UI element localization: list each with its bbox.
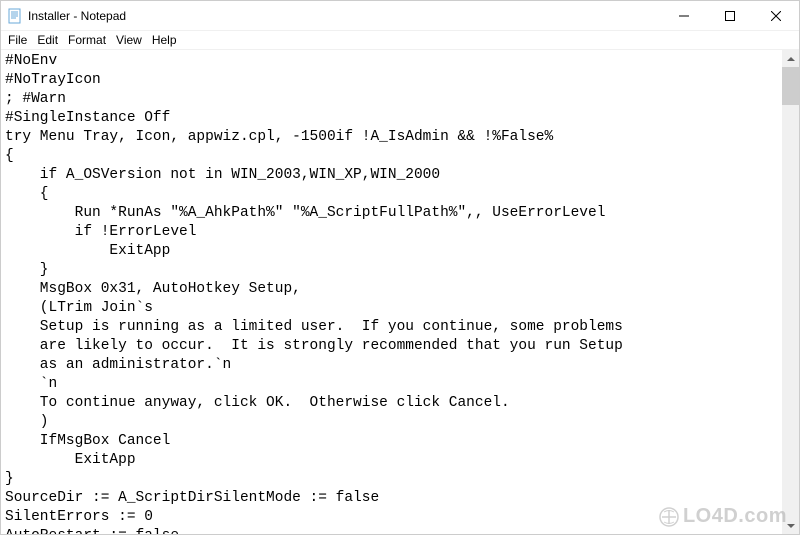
scroll-track[interactable]	[782, 67, 799, 517]
scroll-thumb[interactable]	[782, 67, 799, 105]
menu-view[interactable]: View	[111, 32, 147, 48]
text-editor[interactable]: #NoEnv #NoTrayIcon ; #Warn #SingleInstan…	[1, 50, 782, 534]
menu-format[interactable]: Format	[63, 32, 111, 48]
notepad-icon	[7, 8, 23, 24]
window-controls	[661, 1, 799, 30]
editor-area: #NoEnv #NoTrayIcon ; #Warn #SingleInstan…	[1, 50, 799, 534]
close-button[interactable]	[753, 1, 799, 30]
scroll-up-button[interactable]	[782, 50, 799, 67]
menubar: File Edit Format View Help	[1, 31, 799, 50]
titlebar: Installer - Notepad	[1, 1, 799, 31]
scroll-down-button[interactable]	[782, 517, 799, 534]
vertical-scrollbar[interactable]	[782, 50, 799, 534]
menu-edit[interactable]: Edit	[32, 32, 63, 48]
maximize-button[interactable]	[707, 1, 753, 30]
window-title: Installer - Notepad	[28, 9, 661, 23]
minimize-button[interactable]	[661, 1, 707, 30]
menu-file[interactable]: File	[3, 32, 32, 48]
menu-help[interactable]: Help	[147, 32, 182, 48]
